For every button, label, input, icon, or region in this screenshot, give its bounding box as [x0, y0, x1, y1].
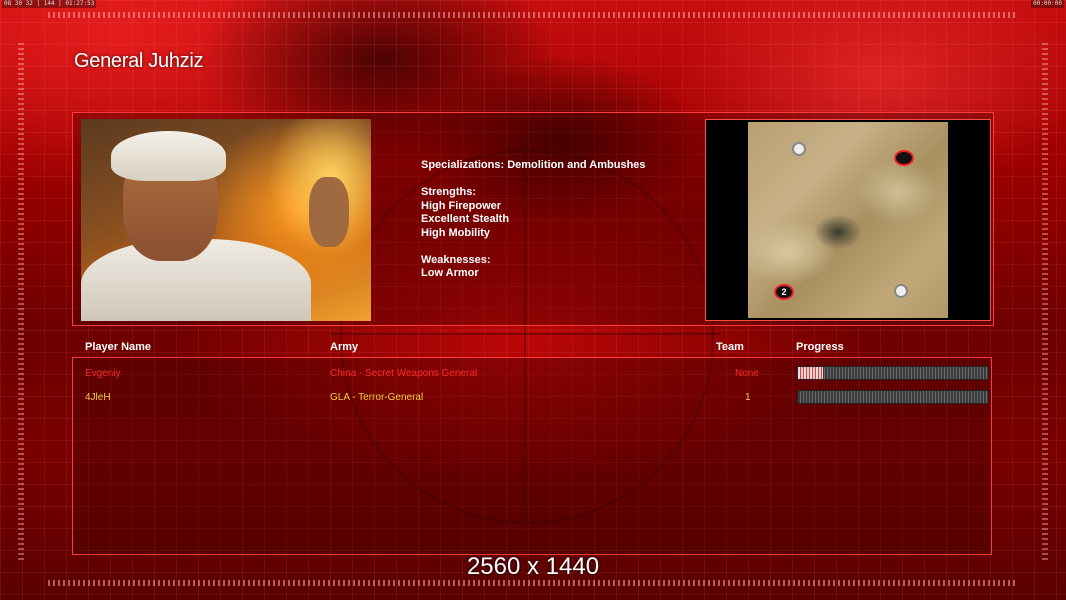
- frame-ticks-top: [48, 12, 1018, 18]
- map-preview: 2: [705, 119, 991, 321]
- map-start-position: [894, 150, 914, 166]
- weaknesses-label: Weaknesses:: [421, 253, 491, 266]
- weakness-item: Low Armor: [421, 267, 479, 279]
- player-team: None: [735, 368, 759, 379]
- general-name-title: General Juhziz: [74, 50, 204, 72]
- specializations-text: Specializations: Demolition and Ambushes: [421, 159, 646, 171]
- portrait-headwrap: [111, 131, 226, 181]
- header-progress: Progress: [796, 341, 844, 353]
- player-team: 1: [745, 392, 751, 403]
- map-start-position-2: 2: [774, 284, 794, 300]
- general-stats: Specializations: Demolition and Ambushes…: [421, 159, 646, 281]
- player-progress-bar: [797, 366, 989, 380]
- progress-fill: [798, 367, 823, 379]
- map-crater: [894, 284, 908, 298]
- player-army: GLA - Terror-General: [330, 392, 424, 403]
- player-progress-bar: [797, 390, 989, 404]
- strength-item: High Firepower: [421, 199, 502, 212]
- portrait-hand: [309, 177, 349, 247]
- debug-readout-left: 08 30 32 | 144 | 01:27:53: [2, 0, 97, 8]
- general-info-panel: Specializations: Demolition and Ambushes…: [72, 112, 994, 326]
- strength-item: Excellent Stealth: [421, 213, 510, 225]
- map-crater: [792, 142, 806, 156]
- player-name: Evgeniy: [85, 368, 121, 379]
- general-portrait: [81, 119, 371, 321]
- frame-ticks-right: [1042, 40, 1048, 560]
- players-list: Evgeniy China - Secret Weapons General N…: [72, 357, 992, 555]
- resolution-overlay-text: 2560 x 1440: [466, 553, 600, 580]
- map-terrain: 2: [748, 122, 948, 318]
- player-army: China - Secret Weapons General: [330, 368, 478, 379]
- strengths-label: Strengths:: [421, 186, 476, 198]
- header-team: Team: [716, 341, 744, 353]
- players-table: Player Name Army Team Progress Evgeniy C…: [72, 337, 992, 555]
- debug-readout-right: 00:00:00: [1031, 0, 1064, 8]
- frame-ticks-left: [18, 40, 24, 560]
- player-name: 4JleH: [85, 392, 111, 403]
- strength-item: High Mobility: [421, 226, 491, 239]
- header-army: Army: [330, 341, 359, 353]
- header-player-name: Player Name: [85, 341, 152, 353]
